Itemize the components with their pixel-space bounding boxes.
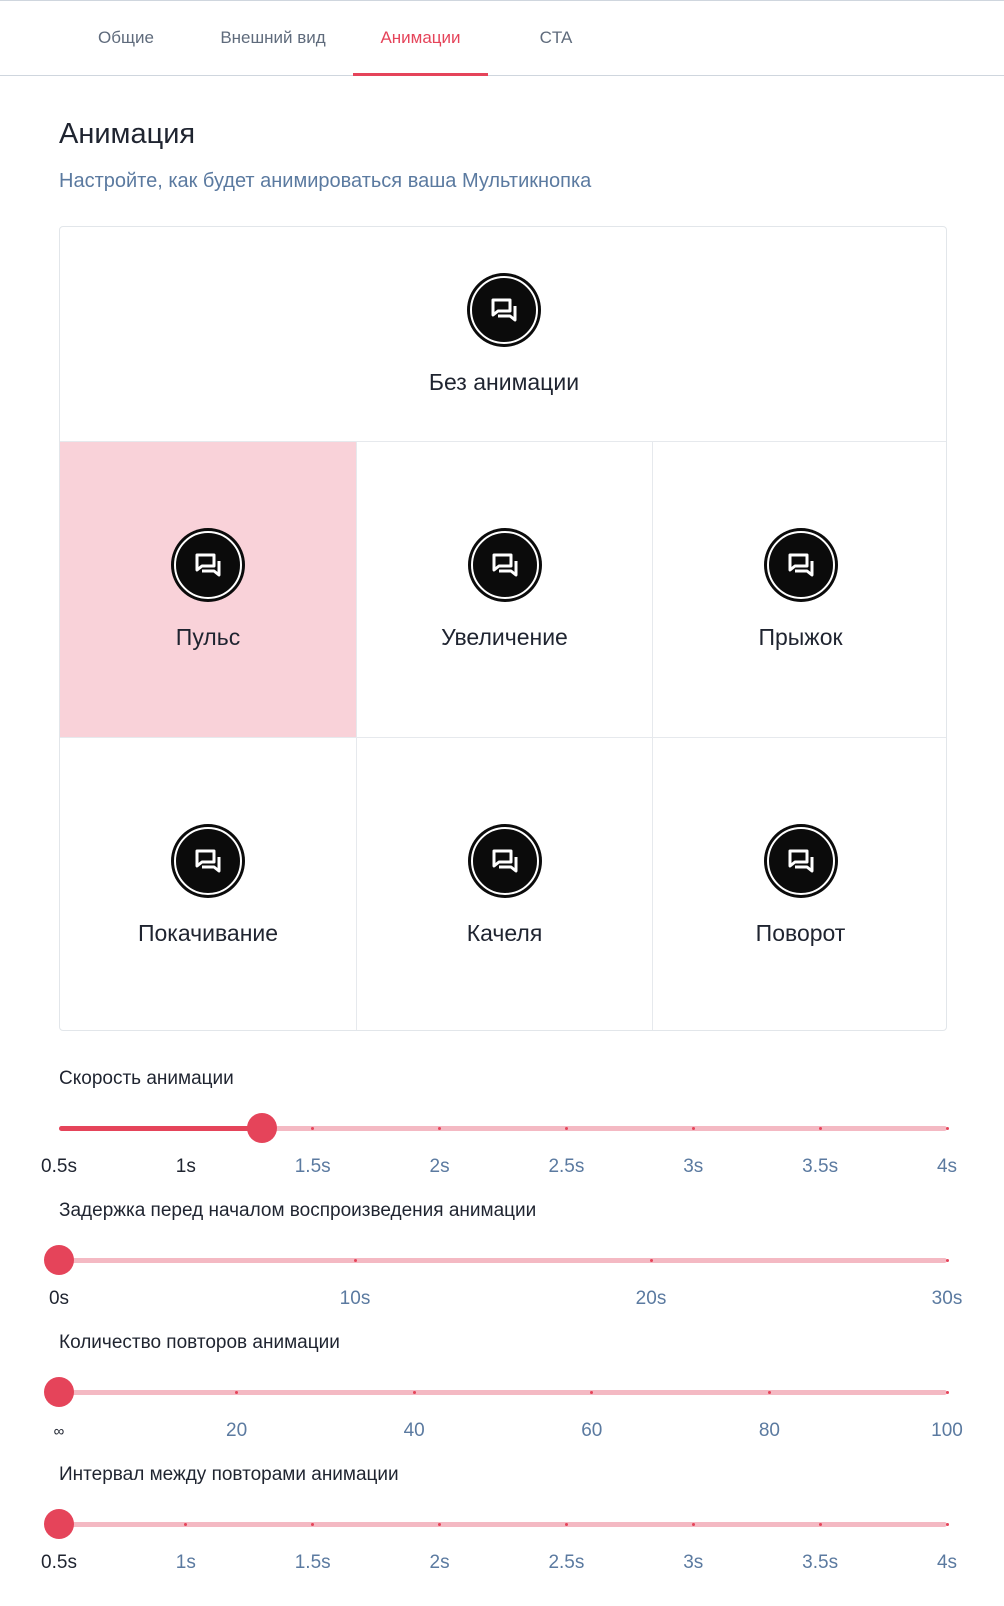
slider-track-fill: [59, 1126, 262, 1131]
speed-slider-label: Скорость анимации: [59, 1068, 234, 1089]
slider-thumb[interactable]: [44, 1377, 74, 1407]
page-title: Анимация: [59, 118, 196, 150]
slider-tick-label: 3s: [683, 1552, 704, 1573]
slider-track[interactable]: [59, 1522, 947, 1527]
animation-label: Поворот: [755, 919, 846, 946]
delay-slider-label: Задержка перед началом воспроизведения а…: [59, 1200, 537, 1221]
animation-label: Увеличение: [441, 624, 568, 650]
animation-option-pulse[interactable]: Пульс: [60, 442, 356, 737]
animation-picker: Без анимации Пульс Увеличение Прыжок Пок…: [59, 226, 947, 1031]
tab-animations[interactable]: Анимации: [353, 1, 488, 75]
slider-tick-mark: [564, 1523, 568, 1526]
slider-tick-mark: [945, 1523, 949, 1526]
active-tab-indicator: [353, 73, 488, 76]
tab-appearance[interactable]: Внешний вид: [207, 1, 339, 75]
animation-option-jump[interactable]: Прыжок: [653, 442, 946, 737]
slider-tick-label: 0s: [48, 1288, 70, 1309]
slider-tick-label: 3.5s: [802, 1156, 839, 1177]
slider-tick-label: 3s: [683, 1156, 704, 1177]
chat-bubbles-icon: [467, 528, 542, 602]
chat-bubbles-icon: [171, 823, 245, 898]
slider-tick-mark: [691, 1523, 695, 1526]
slider-tick-label: 30s: [931, 1288, 963, 1309]
slider-tick-mark: [564, 1127, 568, 1130]
slider-tick-mark: [945, 1127, 949, 1130]
slider-thumb[interactable]: [44, 1509, 74, 1539]
animation-label: Качеля: [466, 919, 543, 946]
chat-bubbles-icon: [467, 272, 541, 347]
animation-label: Без анимации: [428, 368, 580, 395]
page-subtitle: Настройте, как будет анимироваться ваша …: [59, 170, 592, 192]
slider-tick-mark: [818, 1127, 822, 1130]
chat-bubbles-icon: [467, 823, 542, 898]
slider-tick-label: ∞: [53, 1423, 65, 1440]
divider: [356, 442, 357, 1030]
slider-tick-mark: [945, 1391, 949, 1394]
tab-cta[interactable]: CTA: [516, 1, 596, 75]
slider-tick-label: 40: [403, 1420, 425, 1441]
tab-general[interactable]: Общие: [80, 1, 172, 75]
slider-tick-label: 4s: [936, 1156, 958, 1177]
repeats-slider-label: Количество повторов анимации: [59, 1332, 340, 1353]
chat-bubbles-icon: [171, 528, 245, 602]
slider-tick-mark: [818, 1523, 822, 1526]
slider-tick-label: 20s: [635, 1288, 667, 1309]
slider-tick-label: 2s: [429, 1156, 450, 1177]
slider-thumb[interactable]: [44, 1245, 74, 1275]
slider-tick-label: 3.5s: [802, 1552, 839, 1573]
animation-option-none[interactable]: Без анимации: [60, 227, 946, 441]
slider-tick-mark: [412, 1391, 416, 1394]
slider-tick-label: 1s: [175, 1156, 196, 1177]
settings-tabs: Общие Внешний вид Анимации CTA: [0, 1, 1004, 76]
animation-option-rotate[interactable]: Поворот: [653, 738, 946, 1030]
interval-slider-label: Интервал между повторами анимации: [59, 1464, 399, 1485]
slider-tick-label: 1.5s: [294, 1552, 331, 1573]
slider-tick-label: 2.5s: [548, 1156, 585, 1177]
chat-bubbles-icon: [763, 823, 838, 898]
slider-tick-label: 0.5s: [41, 1552, 77, 1573]
slider-tick-label: 4s: [936, 1552, 958, 1573]
slider-tick-mark: [767, 1391, 771, 1394]
slider-tick-label: 1s: [175, 1552, 196, 1573]
slider-tick-label: 60: [581, 1420, 603, 1441]
slider-tick-label: 2s: [429, 1552, 450, 1573]
chat-bubbles-icon: [763, 528, 838, 602]
slider-tick-label: 0.5s: [41, 1156, 77, 1177]
animation-label: Пульс: [175, 624, 241, 650]
slider-tick-mark: [691, 1127, 695, 1130]
animation-option-shake[interactable]: Покачивание: [60, 738, 356, 1030]
slider-tick-label: 100: [931, 1420, 963, 1441]
slider-tick-label: 1.5s: [294, 1156, 331, 1177]
divider: [652, 442, 653, 1030]
slider-tick-mark: [649, 1259, 653, 1262]
slider-tick-mark: [945, 1259, 949, 1262]
animation-label: Прыжок: [758, 624, 843, 650]
slider-tick-mark: [353, 1259, 357, 1262]
animation-label: Покачивание: [137, 919, 279, 946]
slider-tick-label: 20: [226, 1420, 248, 1441]
animation-option-zoom[interactable]: Увеличение: [357, 442, 652, 737]
slider-track[interactable]: [59, 1390, 947, 1395]
slider-tick-label: 10s: [339, 1288, 371, 1309]
animation-option-swing[interactable]: Качеля: [357, 738, 652, 1030]
slider-tick-label: 80: [758, 1420, 780, 1441]
slider-track[interactable]: [59, 1258, 947, 1263]
slider-tick-label: 2.5s: [548, 1552, 585, 1573]
slider-thumb[interactable]: [246, 1113, 277, 1143]
